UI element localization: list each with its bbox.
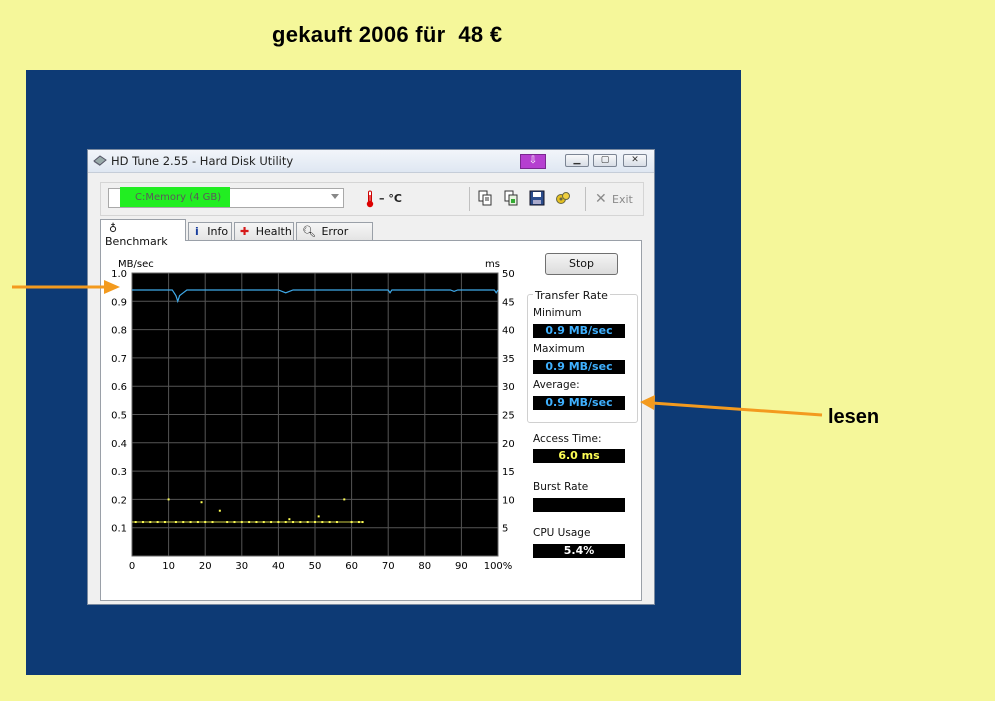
- left-arrow: [12, 280, 120, 294]
- annotation-arrows: [12, 280, 823, 417]
- right-arrow: [640, 395, 823, 417]
- benchmark-icon: ♁: [109, 222, 118, 235]
- annotation-label: lesen: [828, 406, 880, 428]
- tab-benchmark-label: Benchmark: [105, 235, 168, 248]
- tab-benchmark[interactable]: ♁ Benchmark: [100, 219, 186, 248]
